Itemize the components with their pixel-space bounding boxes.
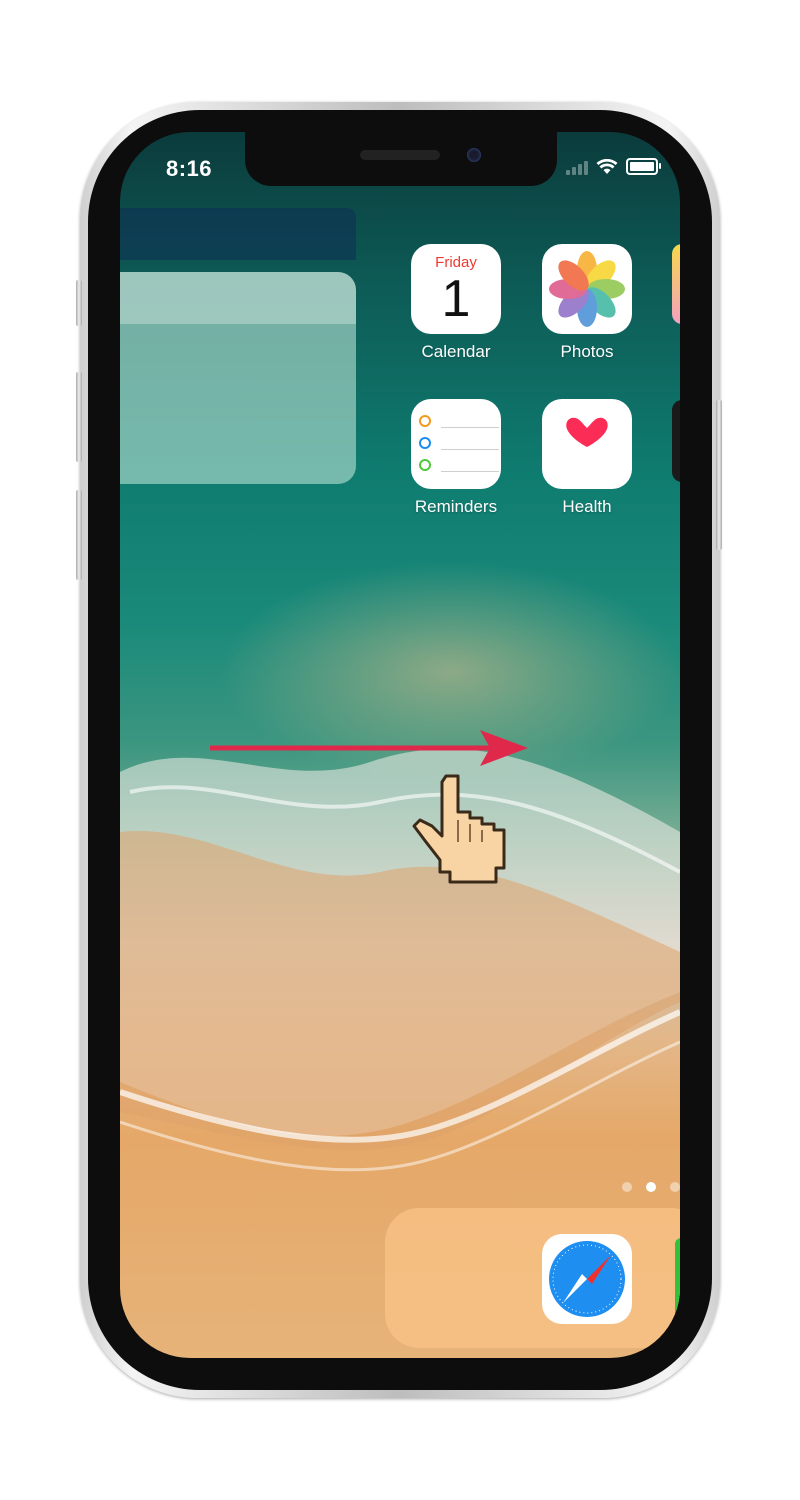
partial-app-icon[interactable] [672,400,680,482]
swipe-right-arrow [210,730,528,766]
widget-card-header [120,272,356,324]
earpiece-speaker [360,150,440,160]
reminders-icon [411,399,501,489]
app-photos[interactable]: Photos [532,244,642,362]
photos-icon [542,244,632,334]
compass-icon [549,1241,625,1317]
page-dot[interactable] [670,1182,680,1192]
battery-icon [626,158,661,175]
calendar-date: 1 [441,270,471,328]
calendar-icon: Friday 1 [411,244,501,334]
wifi-icon [596,158,618,174]
hand-pointer-icon [412,774,506,884]
page-dot-active[interactable] [646,1182,656,1192]
notch [245,132,557,186]
volume-down-button [76,490,82,580]
app-label: Photos [560,342,614,361]
partial-dock-app[interactable] [675,1238,680,1322]
app-label: Reminders [414,497,498,516]
app-label: Calendar [421,342,491,361]
page-dot[interactable] [622,1182,632,1192]
partial-app-icon[interactable] [672,244,680,324]
app-label: Health [562,497,612,516]
signal-bars-icon [566,159,588,175]
page-indicator[interactable] [622,1182,680,1192]
dock-app-safari[interactable] [532,1234,642,1324]
calendar-weekday: Friday [435,254,477,271]
health-icon [542,399,632,489]
status-time: 8:16 [166,156,213,181]
photos-flower-icon [549,251,625,327]
status-indicators [566,158,661,175]
heart-icon [566,417,608,447]
app-reminders[interactable]: Reminders [401,399,511,517]
volume-up-button [76,372,82,462]
app-health[interactable]: Health [532,399,642,517]
widget-header[interactable] [120,208,356,260]
mute-switch [76,280,82,326]
front-camera [467,148,481,162]
side-power-button [716,400,722,550]
home-screen[interactable]: 8:16 Friday 1 Calendar Photos Reminders … [120,132,680,1358]
widget-card[interactable] [120,272,356,484]
app-calendar[interactable]: Friday 1 Calendar [401,244,511,362]
safari-icon [542,1234,632,1324]
